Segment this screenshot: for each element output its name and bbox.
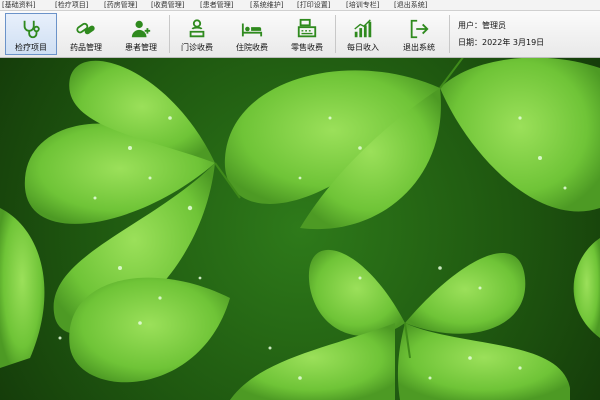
toolbar-separator <box>449 15 450 53</box>
menu-bar: [基础资料] [检疗项目] [药房管理] [收费管理] [患者管理] [系统维护… <box>0 0 600 11</box>
daily-income-label: 每日收入 <box>347 43 379 52</box>
toolbar: 检疗项目 药品管理 患者管理 门诊收费 住院收费 零售收费 每日收入 退出系统 … <box>0 11 600 58</box>
clover-leaves-image <box>0 58 600 400</box>
medicine-management-label: 药品管理 <box>70 43 102 52</box>
retail-billing-button[interactable]: 零售收费 <box>281 13 333 55</box>
exam-items-label: 检疗项目 <box>15 43 47 52</box>
toolbar-separator <box>335 15 336 53</box>
medicine-management-button[interactable]: 药品管理 <box>60 13 112 55</box>
menu-item-exam-items[interactable]: [检疗项目] <box>55 0 88 10</box>
exit-icon <box>410 19 429 39</box>
menu-item-basic-data[interactable]: [基础资料] <box>2 0 35 10</box>
current-user: 用户：管理员 <box>458 21 506 30</box>
patient-management-button[interactable]: 患者管理 <box>115 13 167 55</box>
cash-register-icon <box>297 18 317 38</box>
exam-items-button[interactable]: 检疗项目 <box>5 13 57 55</box>
menu-item-pharmacy[interactable]: [药房管理] <box>104 0 137 10</box>
patient-icon <box>131 20 151 38</box>
current-date: 日期：2022年 3月19日 <box>458 38 545 47</box>
pills-icon <box>76 22 95 35</box>
bar-chart-icon <box>354 19 372 38</box>
menu-item-exit[interactable]: [退出系统] <box>394 0 427 10</box>
user-info: 用户：管理员 日期：2022年 3月19日 <box>458 17 544 51</box>
outpatient-billing-label: 门诊收费 <box>181 43 213 52</box>
outpatient-billing-button[interactable]: 门诊收费 <box>171 13 223 55</box>
menu-item-billing[interactable]: [收费管理] <box>151 0 184 10</box>
menu-item-patients[interactable]: [患者管理] <box>200 0 233 10</box>
outpatient-icon <box>189 19 205 38</box>
stethoscope-icon <box>23 20 40 39</box>
exit-system-label: 退出系统 <box>403 43 435 52</box>
toolbar-separator <box>169 15 170 53</box>
patient-management-label: 患者管理 <box>125 43 157 52</box>
background-image <box>0 58 600 400</box>
menu-item-maintenance[interactable]: [系统维护] <box>250 0 283 10</box>
hospital-bed-icon <box>241 23 263 37</box>
retail-billing-label: 零售收费 <box>291 43 323 52</box>
menu-item-print-setup[interactable]: [打印设置] <box>297 0 330 10</box>
inpatient-billing-label: 住院收费 <box>236 43 268 52</box>
inpatient-billing-button[interactable]: 住院收费 <box>226 13 278 55</box>
exit-system-button[interactable]: 退出系统 <box>393 13 445 55</box>
menu-item-training[interactable]: [培训专栏] <box>346 0 379 10</box>
daily-income-button[interactable]: 每日收入 <box>337 13 389 55</box>
